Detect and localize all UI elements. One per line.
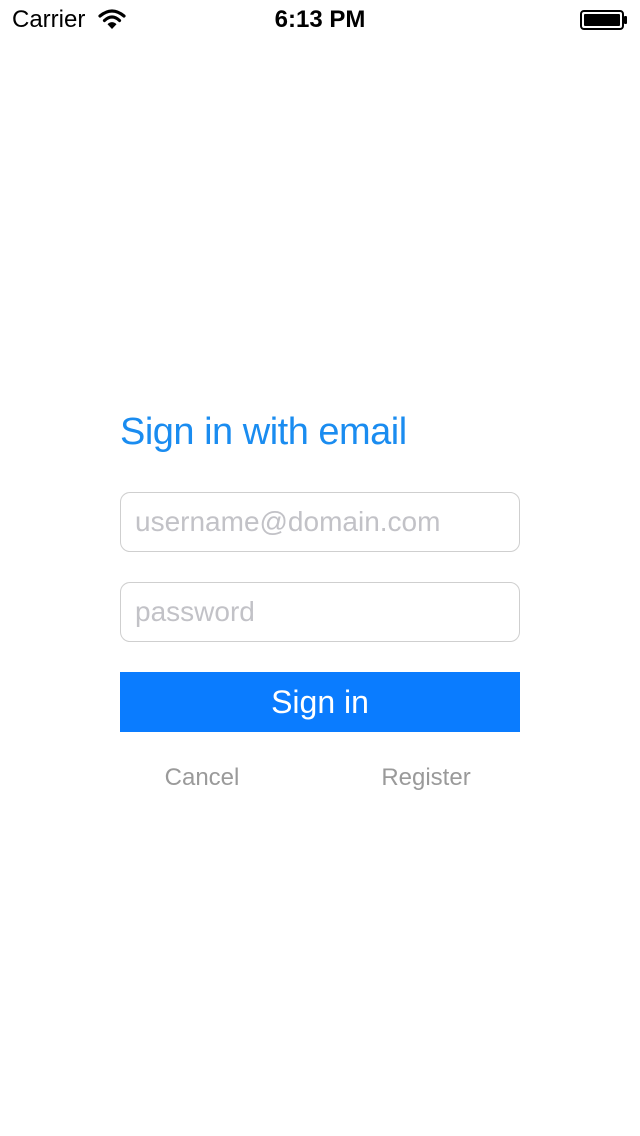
email-field[interactable]	[120, 492, 520, 552]
page-title: Sign in with email	[120, 411, 407, 453]
battery-icon	[580, 10, 628, 30]
cancel-button[interactable]: Cancel	[120, 760, 284, 796]
register-button[interactable]: Register	[346, 760, 506, 796]
password-field[interactable]	[120, 582, 520, 642]
sign-in-button[interactable]: Sign in	[120, 672, 520, 732]
clock: 6:13 PM	[274, 6, 366, 33]
status-bar: Carrier 6:13 PM	[0, 0, 640, 40]
